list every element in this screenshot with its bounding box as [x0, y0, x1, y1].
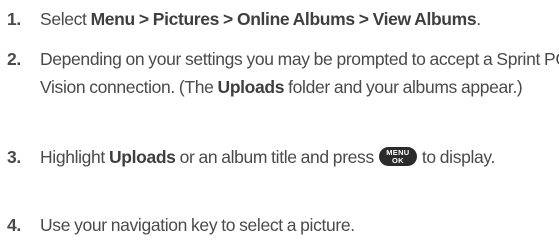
step-text-part: Highlight [40, 147, 109, 167]
step-text: Use your navigation key to select a pict… [40, 215, 355, 235]
menu-ok-key-icon: MENU OK [378, 146, 417, 166]
menu-path-menu: Menu [90, 9, 136, 29]
menu-path-separator: > [354, 9, 373, 29]
menu-path-online-albums: Online Albums [236, 9, 355, 29]
uploads-folder-name: Uploads [108, 147, 176, 167]
step-text-part: Select [40, 9, 91, 29]
menu-path-pictures: Pictures [152, 9, 220, 29]
step-text: Depending on your settings you may be pr… [40, 49, 559, 97]
key-label-bottom: OK [391, 155, 404, 165]
step-text: Highlight Uploads or an album title and … [40, 146, 496, 167]
step-item: 4. Use your navigation key to select a p… [0, 211, 559, 239]
step-text-part: to display. [417, 147, 496, 167]
step-text: Select Menu > Pictures > Online Albums >… [40, 9, 481, 29]
uploads-folder-name: Uploads [217, 77, 285, 97]
step-item: 2. Depending on your settings you may be… [0, 45, 559, 101]
step-text-part: or an album title and press [175, 147, 378, 167]
step-item: 1. Select Menu > Pictures > Online Album… [0, 5, 559, 33]
menu-path-separator: > [219, 9, 237, 29]
menu-path-separator: > [134, 9, 153, 29]
step-number: 4. [7, 215, 21, 235]
step-number: 1. [7, 9, 21, 29]
step-number: 2. [7, 49, 21, 69]
menu-path-view-albums: View Albums [372, 9, 477, 29]
step-text-part: . [476, 9, 481, 29]
step-number: 3. [7, 147, 21, 167]
step-item: 3. Highlight Uploads or an album title a… [0, 143, 559, 171]
step-text-part: folder and your albums appear.) [284, 77, 523, 97]
